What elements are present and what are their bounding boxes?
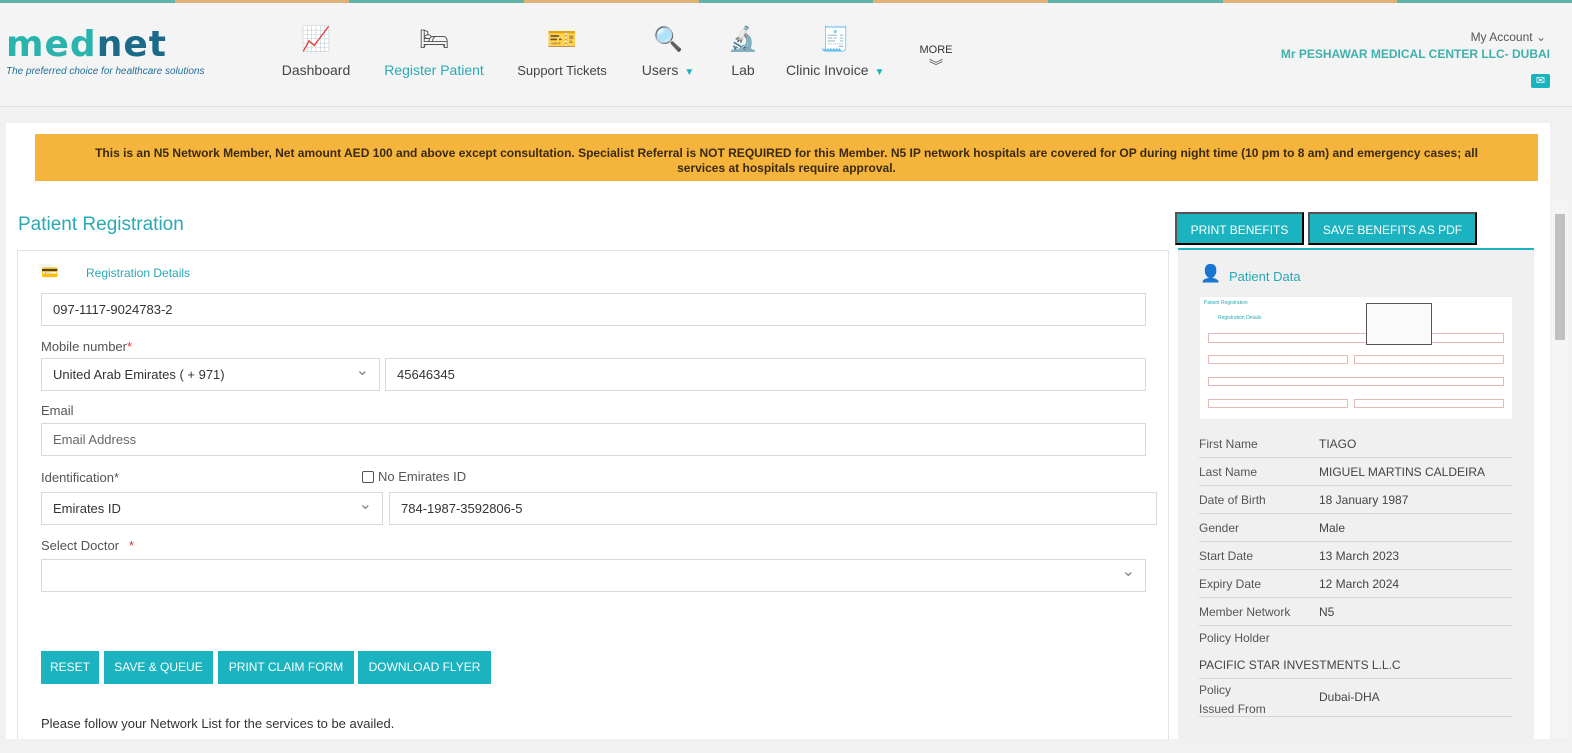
phone-input[interactable]: 45646345	[385, 358, 1146, 391]
nav-more[interactable]: MORE ︾	[916, 44, 956, 76]
doctor-label: Select Doctor	[41, 538, 120, 553]
row-label: First Name	[1199, 437, 1258, 451]
invoice-icon: 🧾	[820, 25, 850, 53]
row-value: 18 January 1987	[1319, 493, 1409, 507]
row-label: Last Name	[1199, 465, 1258, 479]
mail-icon[interactable]: ✉	[1531, 74, 1550, 88]
card-number-input[interactable]: 097-1117-9024783-2	[41, 293, 1146, 326]
mobile-label: Mobile number	[41, 339, 127, 354]
required-asterisk: *	[129, 538, 135, 553]
nav-register-patient[interactable]: 🛏 Register Patient	[384, 22, 484, 79]
medical-center-name: Mr PESHAWAR MEDICAL CENTER LLC- DUBAI	[1280, 47, 1550, 61]
patient-row: First Name TIAGO	[1199, 430, 1512, 458]
user-icon: 👤	[1200, 264, 1222, 283]
nav-label: Users	[641, 62, 679, 78]
email-input[interactable]: Email Address	[41, 423, 1146, 456]
nav-label: Clinic Invoice	[786, 62, 869, 78]
tagline: The preferred choice for healthcare solu…	[6, 66, 205, 77]
country-value: United Arab Emirates ( + 971)	[53, 367, 225, 382]
patient-row: Last Name MIGUEL MARTINS CALDEIRA	[1199, 458, 1512, 486]
more-label: MORE	[919, 44, 953, 56]
registration-guide-image: Patient Registration Registration Detail…	[1199, 296, 1513, 420]
nav-label: Dashboard	[281, 62, 351, 78]
patient-data-title: Patient Data	[1229, 269, 1301, 284]
nav-label: Register Patient	[384, 62, 484, 78]
user-search-icon: 🔍	[653, 25, 683, 53]
patient-bed-icon: 🛏	[418, 25, 450, 53]
logo-text-net: net	[96, 24, 167, 65]
row-value: Male	[1319, 521, 1346, 535]
policy-issued-row: Policy Issued From Dubai-DHA	[1199, 679, 1512, 717]
identification-label: Identification*	[41, 470, 120, 485]
chevron-down-icon: ⌄	[1535, 30, 1546, 44]
row-label: Expiry Date	[1199, 577, 1262, 591]
no-emirates-id-checkbox[interactable]	[362, 470, 374, 483]
doctor-select[interactable]	[41, 556, 1146, 592]
row-label: Date of Birth	[1199, 493, 1266, 507]
patient-row: Date of Birth 18 January 1987	[1199, 486, 1512, 514]
microscope-icon: 🔬	[728, 25, 758, 53]
nav-lab[interactable]: 🔬 Lab	[726, 22, 760, 79]
row-label: Member Network	[1199, 605, 1291, 619]
card-check-icon: 💳	[41, 264, 59, 280]
country-code-select[interactable]: United Arab Emirates ( + 971)	[41, 355, 380, 391]
download-flyer-button[interactable]: DOWNLOAD FLYER	[358, 651, 491, 684]
patient-row: Expiry Date 12 March 2024	[1199, 570, 1512, 598]
row-value: N5	[1319, 605, 1335, 619]
id-type-select[interactable]: Emirates ID	[41, 489, 383, 525]
save-benefits-pdf-button[interactable]: SAVE BENEFITS AS PDF	[1308, 212, 1477, 245]
thumb-title: Patient Registration	[1204, 300, 1248, 306]
email-label: Email	[41, 403, 74, 418]
patient-row: Gender Male	[1199, 514, 1512, 542]
network-note: Please follow your Network List for the …	[41, 716, 395, 731]
policy-holder-value-row: PACIFIC STAR INVESTMENTS L.L.C	[1199, 652, 1512, 679]
caret-down-icon: ▼	[874, 67, 885, 78]
chart-board-icon: 📈	[301, 25, 331, 53]
nav-users[interactable]: 🔍 Users ▼	[636, 22, 700, 79]
print-benefits-button[interactable]: PRINT BENEFITS	[1175, 212, 1304, 245]
reset-button[interactable]: RESET	[41, 651, 99, 684]
id-type-value: Emirates ID	[53, 501, 121, 516]
row-value: 12 March 2024	[1319, 577, 1400, 591]
row-value: Dubai-DHA	[1319, 690, 1380, 704]
ticket-icon: 🎫	[547, 25, 577, 53]
policy-holder-value: PACIFIC STAR INVESTMENTS L.L.C	[1199, 658, 1401, 672]
no-emirates-id-label: No Emirates ID	[378, 469, 467, 484]
nav-dashboard[interactable]: 📈 Dashboard	[280, 22, 352, 79]
nav-label: Lab	[731, 62, 755, 78]
thumb-section: Registration Details	[1218, 315, 1262, 321]
page-title: Patient Registration	[18, 214, 184, 235]
account-label: My Account	[1470, 30, 1533, 44]
network-banner: This is an N5 Network Member, Net amount…	[35, 134, 1538, 181]
save-queue-button[interactable]: SAVE & QUEUE	[104, 651, 213, 684]
row-label: Start Date	[1199, 549, 1254, 563]
row-value: MIGUEL MARTINS CALDEIRA	[1319, 465, 1486, 479]
scrollbar-thumb[interactable]	[1555, 214, 1565, 340]
logo[interactable]: mednet	[6, 24, 167, 65]
nav-support-tickets[interactable]: 🎫 Support Tickets	[516, 22, 608, 79]
nav-clinic-invoice[interactable]: 🧾 Clinic Invoice ▼	[786, 22, 885, 79]
required-asterisk: *	[127, 339, 133, 354]
row-value: 13 March 2023	[1319, 549, 1400, 563]
row-label: Policy Issued From	[1199, 683, 1266, 716]
row-label: Gender	[1199, 521, 1240, 535]
row-value: TIAGO	[1319, 437, 1357, 451]
patient-row: Start Date 13 March 2023	[1199, 542, 1512, 570]
double-chevron-down-icon: ︾	[929, 58, 943, 74]
caret-down-icon: ▼	[684, 67, 695, 78]
logo-text: med	[6, 24, 97, 65]
print-claim-form-button[interactable]: PRINT CLAIM FORM	[218, 651, 354, 684]
my-account-menu[interactable]: My Account ⌄	[1471, 30, 1546, 44]
id-number-input[interactable]: 784-1987-3592806-5	[389, 492, 1157, 525]
patient-row: Member Network N5	[1199, 598, 1512, 626]
row-label: Policy Holder	[1199, 631, 1270, 645]
nav-label: Support Tickets	[517, 63, 607, 78]
section-title: Registration Details	[86, 266, 191, 280]
policy-holder-row: Policy Holder	[1199, 626, 1512, 652]
